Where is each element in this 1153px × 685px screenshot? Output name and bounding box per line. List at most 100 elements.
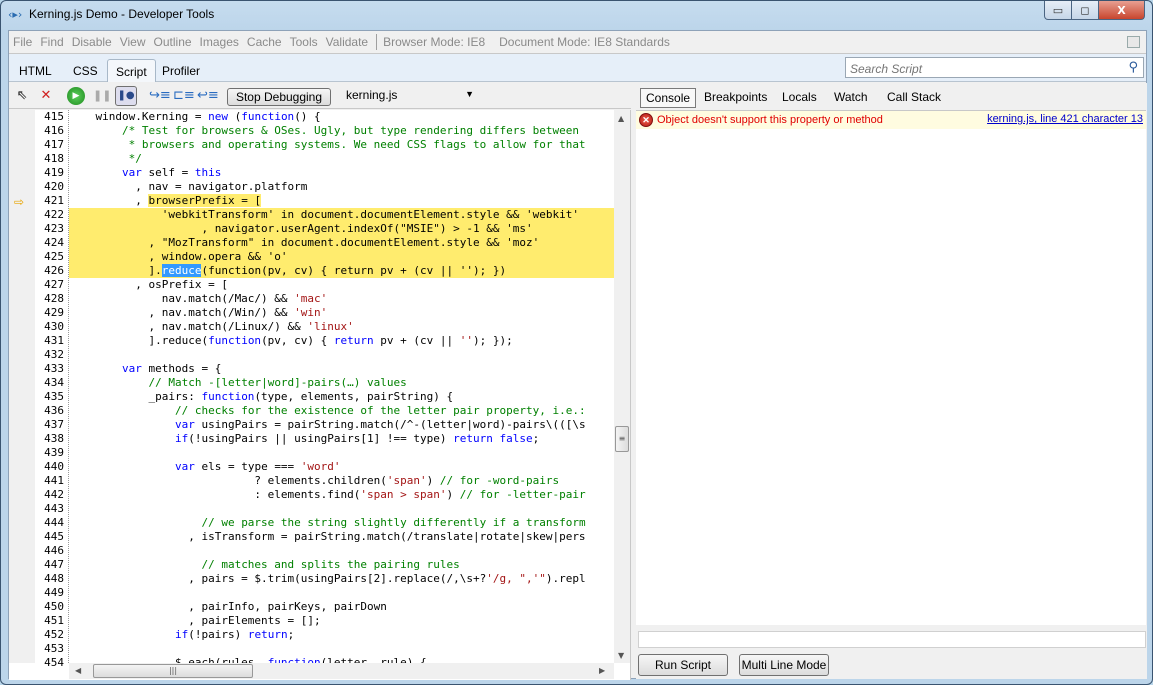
line-number: 440 [44,460,64,473]
code-line[interactable]: // we parse the string slightly differen… [69,516,614,530]
debug-panel: Console Breakpoints Locals Watch Call St… [636,83,1147,679]
menu-tools[interactable]: Tools [290,35,318,49]
code-line[interactable]: , pairs = $.trim(usingPairs[2].replace(/… [69,572,614,586]
tab-console[interactable]: Console [640,88,697,108]
code-line[interactable]: */ [69,152,614,166]
code-line[interactable]: , nav.match(/Linux/) && 'linux' [69,320,614,334]
tab-html[interactable]: HTML [11,59,60,82]
code-line[interactable]: * browsers and operating systems. We nee… [69,138,614,152]
code-line[interactable]: , nav = navigator.platform [69,180,614,194]
tab-breakpoints[interactable]: Breakpoints [699,88,772,106]
step-over-icon[interactable]: ⊏≡ [173,87,195,105]
code-line[interactable]: : elements.find('span > span') // for -l… [69,488,614,502]
menu-find[interactable]: Find [40,35,63,49]
tab-css[interactable]: CSS [65,59,106,82]
error-location-link[interactable]: kerning.js, line 421 character 13 [987,113,1143,125]
select-element-icon[interactable]: ⇖ [13,87,31,105]
code-line[interactable]: 'webkitTransform' in document.documentEl… [69,208,614,222]
tab-watch[interactable]: Watch [829,88,873,106]
code-line[interactable] [69,446,614,460]
line-number: 427 [44,278,64,291]
code-line[interactable] [69,544,614,558]
tab-profiler[interactable]: Profiler [154,59,208,82]
code-line[interactable]: ].reduce(function(pv, cv) { return pv + … [69,334,614,348]
menu-images[interactable]: Images [200,35,239,49]
step-out-icon[interactable]: ↩≡ [197,87,219,105]
line-number: 454 [44,656,64,669]
break-icon[interactable]: ❚❚ [93,87,111,105]
step-into-icon[interactable]: ↪≡ [149,87,171,105]
menu-document-mode[interactable]: Document Mode: IE8 Standards [499,35,670,49]
code-line[interactable]: ? elements.children('span') // for -word… [69,474,614,488]
code-line[interactable]: var methods = { [69,362,614,376]
code-line[interactable]: , pairElements = []; [69,614,614,628]
window-title: Kerning.js Demo - Developer Tools [29,7,215,21]
code-line[interactable]: // Match -[letter|word]-pairs(…) values [69,376,614,390]
console-command-box[interactable] [638,631,1146,650]
maximize-button[interactable]: ◻ [1071,1,1099,20]
code-line[interactable]: var self = this [69,166,614,180]
menu-file[interactable]: File [13,35,32,49]
code-line[interactable]: , "MozTransform" in document.documentEle… [69,236,614,250]
menu-cache[interactable]: Cache [247,35,282,49]
code-line[interactable]: $.each(rules, function(letter, rule) { [69,656,614,663]
line-number: 447 [44,558,64,571]
multi-line-mode-button[interactable]: Multi Line Mode [739,654,829,676]
horizontal-scrollbar[interactable]: ◀ ||| ▶ [69,663,614,679]
line-number: 442 [44,488,64,501]
search-script-box[interactable]: ⚲ [845,57,1144,79]
search-script-input[interactable] [846,59,1116,79]
console-command-input[interactable] [639,635,1145,650]
code-line[interactable] [69,586,614,600]
search-icon[interactable]: ⚲ [1128,60,1138,75]
code-line[interactable]: , nav.match(/Win/) && 'win' [69,306,614,320]
code-line[interactable]: if(!pairs) return; [69,628,614,642]
code-line[interactable] [69,502,614,516]
code-line[interactable]: // checks for the existence of the lette… [69,404,614,418]
breakpoint-gutter[interactable]: ⇨ [9,110,35,663]
menu-outline[interactable]: Outline [154,35,192,49]
run-script-button[interactable]: Run Script [638,654,728,676]
code-line[interactable]: /* Test for browsers & OSes. Ugly, but t… [69,124,614,138]
code-line[interactable]: window.Kerning = new (function() { [69,110,614,124]
vertical-scroll-thumb[interactable]: ≡ [615,426,629,452]
tab-script[interactable]: Script [107,59,156,82]
menu-disable[interactable]: Disable [72,35,112,49]
stop-debugging-button[interactable]: Stop Debugging [227,88,331,106]
minimize-button[interactable]: ▭ [1044,1,1072,20]
code-line[interactable]: var els = type === 'word' [69,460,614,474]
continue-icon[interactable]: ▶ [67,87,85,105]
code-line[interactable]: , osPrefix = [ [69,278,614,292]
tab-locals[interactable]: Locals [777,88,822,106]
code-line[interactable] [69,642,614,656]
code-line[interactable]: var usingPairs = pairString.match(/^-(le… [69,418,614,432]
code-line[interactable]: _pairs: function(type, elements, pairStr… [69,390,614,404]
unpin-icon[interactable] [1127,36,1140,48]
scroll-down-icon[interactable]: ▼ [618,651,624,660]
menu-view[interactable]: View [120,35,146,49]
line-number: 441 [44,474,64,487]
code-line[interactable]: , pairInfo, pairKeys, pairDown [69,600,614,614]
code-line[interactable]: , isTransform = pairString.match(/transl… [69,530,614,544]
close-button[interactable]: X [1098,1,1145,20]
scroll-left-icon[interactable]: ◀ [75,666,81,675]
script-file-select[interactable]: kerning.js ▼ [346,88,474,102]
scroll-right-icon[interactable]: ▶ [599,666,605,675]
code-line[interactable]: if(!usingPairs || usingPairs[1] !== type… [69,432,614,446]
code-line[interactable]: nav.match(/Mac/) && 'mac' [69,292,614,306]
code-line[interactable]: ].reduce(function(pv, cv) { return pv + … [69,264,614,278]
scroll-up-icon[interactable]: ▲ [618,114,624,123]
horizontal-scroll-thumb[interactable]: ||| [93,664,253,678]
code-line[interactable]: , navigator.userAgent.indexOf("MSIE") > … [69,222,614,236]
vertical-scrollbar[interactable]: ▲ ≡ ▼ [614,110,630,663]
menu-browser-mode[interactable]: Browser Mode: IE8 [383,35,485,49]
code-line[interactable]: , browserPrefix = [ [69,194,614,208]
code-line[interactable] [69,348,614,362]
clear-browser-cache-icon[interactable]: ✕ [37,87,55,105]
break-on-error-icon[interactable]: ❚● [115,86,137,106]
menu-validate[interactable]: Validate [326,35,368,49]
tab-call-stack[interactable]: Call Stack [882,88,946,106]
code-line[interactable]: // matches and splits the pairing rules [69,558,614,572]
code-line[interactable]: , window.opera && 'o' [69,250,614,264]
code-lines[interactable]: window.Kerning = new (function() { /* Te… [69,110,614,663]
